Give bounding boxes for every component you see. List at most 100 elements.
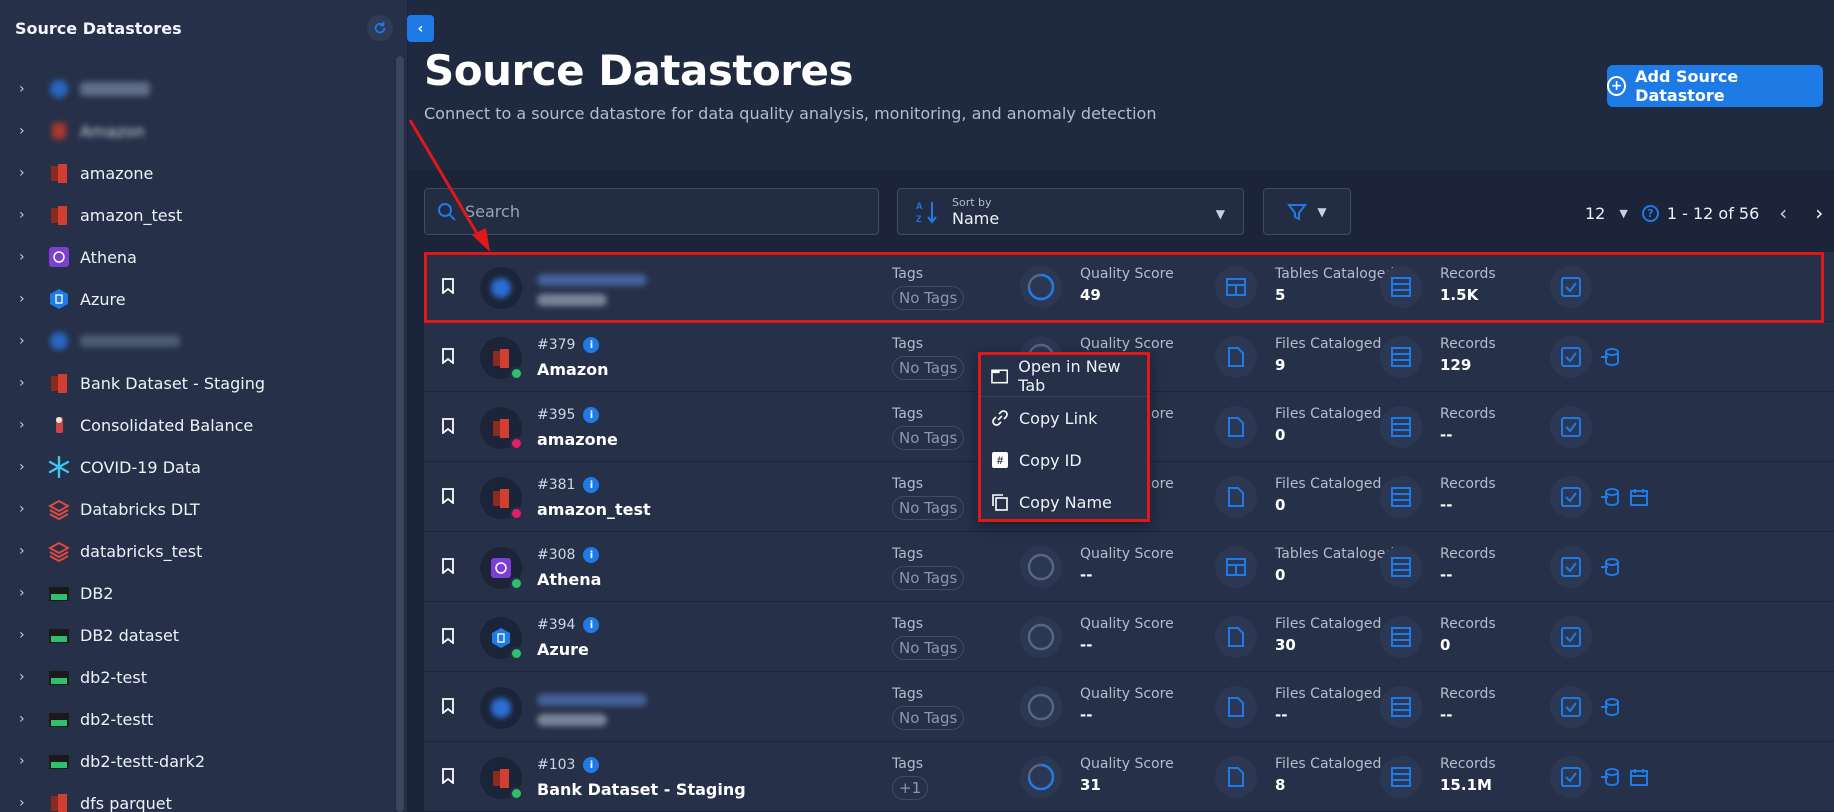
checklist-icon[interactable] [1550,546,1592,588]
tree-item[interactable]: › db2-testt [0,698,392,740]
tag-pill[interactable]: No Tags [892,496,965,520]
datastore-name[interactable]: Azure [537,640,589,659]
datastore-row[interactable]: #394 i Azure Tags No Tags Quality Score -- File… [424,602,1834,672]
tag-pill[interactable]: No Tags [892,636,965,660]
tag-pill[interactable]: No Tags [892,706,965,730]
file-icon [1215,686,1257,728]
tags-label: Tags [892,616,923,632]
chevron-right-icon[interactable]: › [19,711,33,727]
checklist-icon[interactable] [1550,336,1592,378]
calendar-icon[interactable] [1630,488,1648,510]
page-size-value[interactable]: 12 [1585,204,1605,223]
cloud-sync-icon[interactable] [1600,768,1620,790]
tag-pill[interactable]: +1 [892,776,929,800]
info-icon[interactable]: i [583,407,600,423]
checklist-icon[interactable] [1550,406,1592,448]
cloud-sync-icon[interactable] [1600,488,1620,510]
chevron-right-icon[interactable]: › [19,585,33,601]
page-size-chevron-icon[interactable]: ▼ [1619,207,1627,220]
status-dot [510,647,523,660]
tree-item[interactable]: › Bank Dataset - Staging [0,362,392,404]
chevron-right-icon[interactable]: › [19,291,33,307]
menu-copy-id[interactable]: # Copy ID [981,439,1147,481]
datastore-row[interactable]: #308 i Athena Tags No Tags Quality Score -- Tab… [424,532,1834,602]
chevron-right-icon[interactable]: › [19,333,33,349]
datastore-name[interactable]: Athena [537,570,601,589]
chevron-right-icon[interactable]: › [19,501,33,517]
records-value: -- [1440,496,1453,514]
datastore-name[interactable]: amazon_test [537,500,651,519]
chevron-right-icon[interactable]: › [19,123,33,139]
info-icon[interactable]: i [583,757,600,773]
menu-open-new-tab[interactable]: Open in New Tab [981,355,1147,397]
tree-item[interactable]: › Azure [0,278,392,320]
tree-item[interactable]: › db2-testt-dark2 [0,740,392,782]
chevron-right-icon[interactable]: › [19,627,33,643]
menu-copy-link[interactable]: Copy Link [981,397,1147,439]
tag-pill[interactable]: No Tags [892,426,965,450]
tree-item[interactable]: › Consolidated Balance [0,404,392,446]
bookmark-icon[interactable] [442,768,454,788]
bookmark-icon[interactable] [442,418,454,438]
tree-item[interactable]: › Amazon [0,110,392,152]
tree-item[interactable]: › amazone [0,152,392,194]
chevron-right-icon[interactable]: › [19,459,33,475]
checklist-icon[interactable] [1550,686,1592,728]
cloud-sync-icon[interactable] [1600,348,1620,370]
tree-item[interactable]: › DB2 [0,572,392,614]
datastore-row[interactable]: #103 i Bank Dataset - Staging Tags +1 Quality… [424,742,1834,812]
checklist-icon[interactable] [1550,616,1592,658]
tree-item[interactable]: › [0,68,392,110]
chevron-right-icon[interactable]: › [19,375,33,391]
bookmark-icon[interactable] [442,348,454,368]
info-icon[interactable]: i [583,477,600,493]
sort-by-select[interactable]: AZ Sort by Name ▼ [897,188,1244,235]
tree-item[interactable]: › db2-test [0,656,392,698]
bookmark-icon[interactable] [442,558,454,578]
checklist-icon[interactable] [1550,756,1592,798]
tag-pill[interactable]: No Tags [892,356,965,380]
datastore-name[interactable]: Bank Dataset - Staging [537,780,746,799]
tree-item[interactable]: › DB2 dataset [0,614,392,656]
datastore-name[interactable]: amazone [537,430,618,449]
checklist-icon[interactable] [1550,476,1592,518]
tag-pill[interactable]: No Tags [892,566,965,590]
calendar-icon[interactable] [1630,768,1648,790]
menu-copy-name[interactable]: Copy Name [981,481,1147,523]
refresh-icon[interactable] [367,15,393,41]
info-icon[interactable]: i [583,547,600,563]
chevron-right-icon[interactable]: › [19,543,33,559]
datastore-row[interactable]: Tags No Tags Quality Score -- Files Cataloge… [424,672,1834,742]
chevron-right-icon[interactable]: › [19,207,33,223]
bookmark-icon[interactable] [442,488,454,508]
filter-icon [1287,203,1308,221]
filter-button[interactable]: ▼ [1263,188,1351,235]
datastore-name[interactable]: Amazon [537,360,609,379]
bookmark-icon[interactable] [442,698,454,718]
chevron-right-icon[interactable]: › [19,795,33,811]
svg-text:A: A [916,201,923,211]
chevron-right-icon[interactable]: › [19,81,33,97]
chevron-right-icon[interactable]: › [19,249,33,265]
chevron-right-icon[interactable]: › [19,753,33,769]
tree-item[interactable]: › Databricks DLT [0,488,392,530]
bookmark-icon[interactable] [442,628,454,648]
help-icon[interactable]: ? [1641,204,1659,222]
prev-page-icon[interactable]: ‹ [1779,201,1787,225]
tree-item[interactable]: › [0,320,392,362]
chevron-right-icon[interactable]: › [19,165,33,181]
collapse-sidebar-button[interactable]: ‹ [407,15,434,42]
tree-item[interactable]: › dfs parquet [0,782,392,812]
info-icon[interactable]: i [583,617,600,633]
chevron-right-icon[interactable]: › [19,417,33,433]
add-source-datastore-button[interactable]: + Add Source Datastore [1607,65,1823,107]
tree-item[interactable]: › COVID-19 Data [0,446,392,488]
tree-item[interactable]: › databricks_test [0,530,392,572]
next-page-icon[interactable]: › [1815,201,1823,225]
chevron-right-icon[interactable]: › [19,669,33,685]
info-icon[interactable]: i [583,337,600,353]
tree-item[interactable]: › Athena [0,236,392,278]
cloud-sync-icon[interactable] [1600,698,1620,720]
cloud-sync-icon[interactable] [1600,558,1620,580]
tree-item[interactable]: › amazon_test [0,194,392,236]
